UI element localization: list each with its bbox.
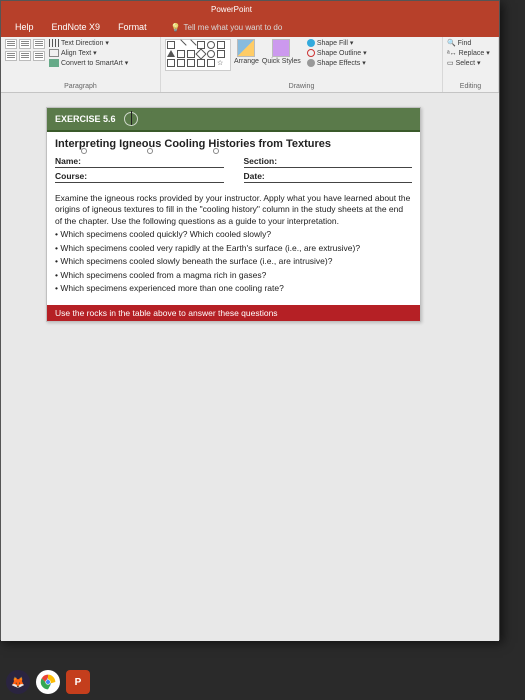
text-direction-icon	[49, 39, 59, 47]
tab-help[interactable]: Help	[15, 22, 34, 32]
form-fields: Name: Section: Course: Date:	[47, 154, 420, 189]
arrange-icon	[237, 39, 255, 57]
worksheet-body: Examine the igneous rocks provided by yo…	[47, 189, 420, 303]
question-4: • Which specimens cooled from a magma ri…	[55, 270, 412, 281]
shapes-gallery[interactable]: ☆	[165, 39, 231, 71]
align-center-icon[interactable]	[19, 39, 31, 49]
section-field[interactable]: Section:	[244, 156, 413, 168]
date-field[interactable]: Date:	[244, 171, 413, 183]
group-drawing: ☆ Arrange Quick Styles Shape Fill ▾ Shap…	[161, 37, 443, 92]
exercise-number: EXERCISE 5.6	[55, 114, 116, 124]
worksheet-page: EXERCISE 5.6 Interpreting Igneous Coolin…	[46, 107, 421, 322]
convert-smartart-button[interactable]: Convert to SmartArt ▾	[49, 59, 128, 67]
shape-outline-button[interactable]: Shape Outline ▾	[307, 49, 367, 57]
ribbon: Text Direction ▾ Align Text ▾ Convert to…	[1, 37, 499, 93]
taskbar: 🦊 P	[6, 670, 90, 694]
quick-styles-icon	[272, 39, 290, 57]
align-left-icon[interactable]	[5, 39, 17, 49]
titlebar: PowerPoint	[1, 1, 499, 17]
instruction-bar: Use the rocks in the table above to answ…	[47, 305, 420, 321]
align-text-button[interactable]: Align Text ▾	[49, 49, 128, 57]
intro-text: Examine the igneous rocks provided by yo…	[55, 193, 412, 227]
smartart-icon	[49, 59, 59, 67]
resize-handle-icon[interactable]	[81, 148, 87, 154]
indent-icon[interactable]	[19, 51, 31, 61]
arrange-button[interactable]: Arrange	[234, 39, 259, 65]
app-title: PowerPoint	[211, 5, 252, 14]
shape-fill-button[interactable]: Shape Fill ▾	[307, 39, 367, 47]
smartart-selection[interactable]: Interpreting Igneous Cooling Histories f…	[47, 132, 420, 154]
resize-handle-icon[interactable]	[147, 148, 153, 154]
exercise-banner: EXERCISE 5.6	[47, 108, 420, 132]
firefox-icon[interactable]: 🦊	[6, 670, 30, 694]
question-3: • Which specimens cooled slowly beneath …	[55, 256, 412, 267]
powerpoint-taskbar-icon[interactable]: P	[66, 670, 90, 694]
shape-effects-button[interactable]: Shape Effects ▾	[307, 59, 367, 67]
editing-label: Editing	[447, 83, 494, 90]
worksheet-heading: Interpreting Igneous Cooling Histories f…	[47, 132, 420, 154]
screen: PowerPoint Help EndNote X9 Format Tell m…	[0, 0, 500, 640]
ribbon-tabs: Help EndNote X9 Format Tell me what you …	[1, 17, 499, 37]
question-2: • Which specimens cooled very rapidly at…	[55, 243, 412, 254]
tab-endnote[interactable]: EndNote X9	[52, 22, 101, 32]
course-field[interactable]: Course:	[55, 171, 224, 183]
align-right-icon[interactable]	[33, 39, 45, 49]
question-1: • Which specimens cooled quickly? Which …	[55, 229, 412, 240]
shape-outline-icon	[307, 49, 315, 57]
group-paragraph: Text Direction ▾ Align Text ▾ Convert to…	[1, 37, 161, 92]
shape-fill-icon	[307, 39, 315, 47]
resize-handle-icon[interactable]	[213, 148, 219, 154]
replace-button[interactable]: ᵃ↔ Replace ▾	[447, 49, 490, 57]
quick-styles-button[interactable]: Quick Styles	[262, 39, 301, 65]
list-icon[interactable]	[5, 51, 17, 61]
tab-format[interactable]: Format	[118, 22, 147, 32]
slide-canvas[interactable]: EXERCISE 5.6 Interpreting Igneous Coolin…	[1, 93, 499, 641]
drawing-label: Drawing	[165, 83, 438, 90]
find-button[interactable]: 🔍 Find	[447, 39, 471, 47]
tell-me-search[interactable]: Tell me what you want to do	[171, 23, 283, 32]
chrome-icon[interactable]	[36, 670, 60, 694]
cursor-indicator-icon	[124, 112, 138, 126]
name-field[interactable]: Name:	[55, 156, 224, 168]
paragraph-label: Paragraph	[5, 83, 156, 90]
shape-effects-icon	[307, 59, 315, 67]
outdent-icon[interactable]	[33, 51, 45, 61]
text-direction-button[interactable]: Text Direction ▾	[49, 39, 128, 47]
select-button[interactable]: ▭ Select ▾	[447, 59, 481, 67]
align-text-icon	[49, 49, 59, 57]
question-5: • Which specimens experienced more than …	[55, 283, 412, 294]
group-editing: 🔍 Find ᵃ↔ Replace ▾ ▭ Select ▾ Editing	[443, 37, 499, 92]
